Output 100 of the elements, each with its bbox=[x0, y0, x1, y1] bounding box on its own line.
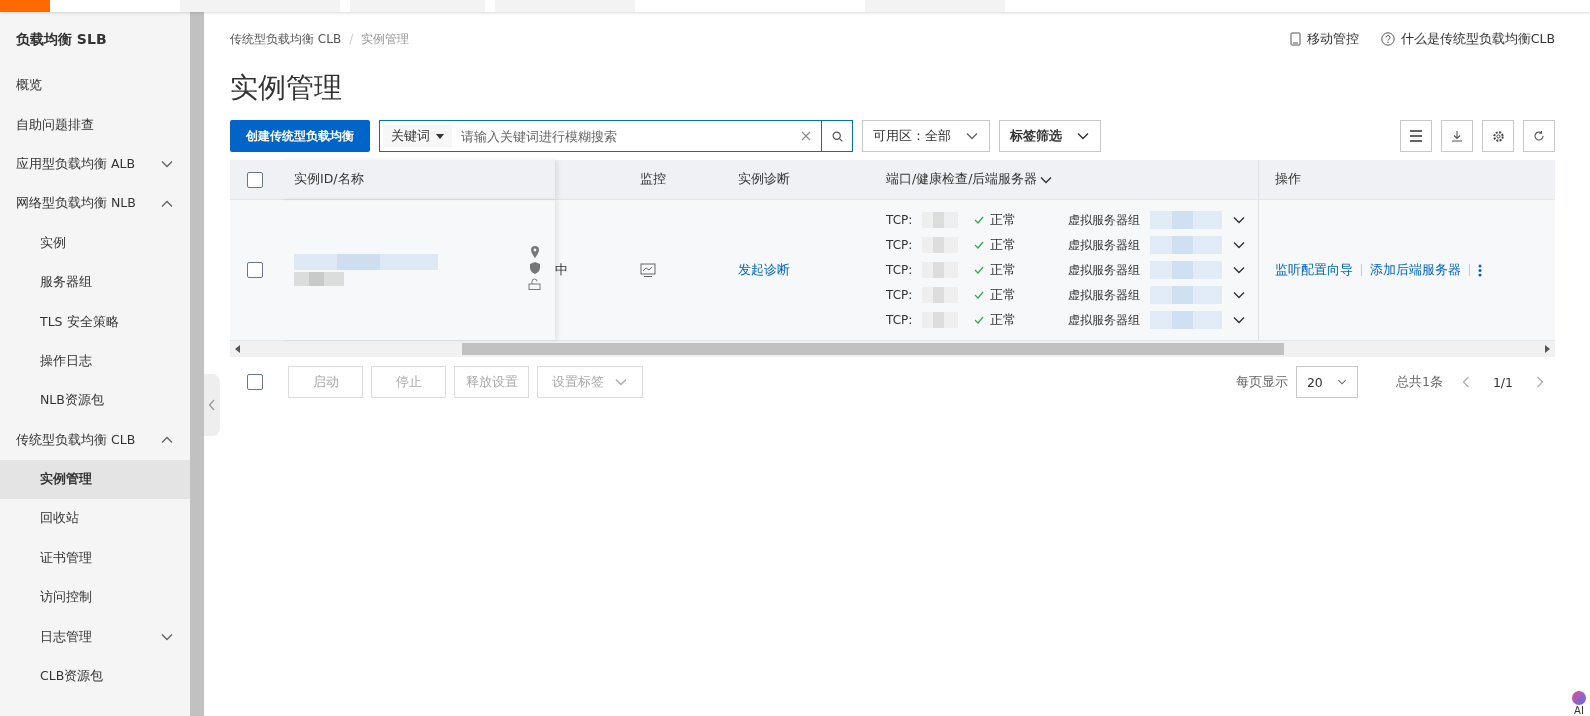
column-header: 监控 bbox=[640, 171, 666, 188]
redacted-block bbox=[1150, 236, 1222, 254]
collapse-handle[interactable] bbox=[204, 374, 220, 436]
sidebar-item[interactable]: 回收站 bbox=[0, 499, 190, 539]
page-title: 实例管理 bbox=[230, 70, 343, 106]
redacted-block bbox=[922, 312, 958, 328]
settings-icon bbox=[1491, 129, 1505, 143]
check-icon bbox=[974, 241, 984, 249]
protocol-text: TCP: bbox=[886, 238, 914, 252]
column-header: 实例ID/名称 bbox=[294, 171, 364, 188]
sidebar-item[interactable]: NLB资源包 bbox=[0, 381, 190, 421]
check-icon bbox=[974, 291, 984, 299]
lock-icon bbox=[528, 278, 541, 290]
sidebar-item[interactable]: CLB资源包 bbox=[0, 656, 190, 697]
server-group-type: 虚拟服务器组 bbox=[1068, 261, 1141, 279]
check-icon bbox=[974, 316, 984, 324]
redacted-block bbox=[1150, 261, 1222, 279]
monitor-chart-icon[interactable] bbox=[640, 262, 656, 278]
check-icon bbox=[974, 216, 984, 224]
health-status: 正常 bbox=[990, 311, 1016, 329]
redacted-block bbox=[1150, 211, 1222, 229]
protocol-text: TCP: bbox=[886, 263, 914, 277]
chevron-left-icon bbox=[1461, 376, 1470, 388]
menu-icon bbox=[1409, 130, 1423, 142]
breadcrumb-item: 实例管理 bbox=[361, 30, 410, 48]
page-indicator: 1/1 bbox=[1492, 374, 1513, 390]
top-nav-item[interactable] bbox=[180, 0, 340, 12]
sidebar-item[interactable]: 概览 bbox=[0, 66, 190, 106]
protocol-text: TCP: bbox=[886, 288, 914, 302]
help-icon bbox=[1380, 32, 1395, 46]
sidebar-item[interactable]: 日志管理 bbox=[0, 617, 190, 657]
download-icon bbox=[1451, 130, 1463, 142]
search-icon bbox=[831, 130, 843, 142]
redacted-block bbox=[922, 237, 958, 253]
column-header: 操作 bbox=[1275, 171, 1301, 188]
download-button[interactable] bbox=[1441, 120, 1473, 152]
header-link[interactable]: 什么是传统型负载均衡CLB bbox=[1380, 30, 1555, 48]
server-group-type: 虚拟服务器组 bbox=[1068, 211, 1141, 229]
sidebar-item[interactable]: 自助问题排查 bbox=[0, 105, 190, 145]
logo[interactable] bbox=[0, 0, 50, 12]
chevron-left-icon bbox=[208, 399, 216, 411]
sidebar-item[interactable]: 操作日志 bbox=[0, 341, 190, 382]
sidebar-item[interactable]: 证书管理 bbox=[0, 538, 190, 579]
scroll-right-icon bbox=[1543, 345, 1551, 353]
column-header: 实例诊断 bbox=[738, 171, 790, 188]
settings-button[interactable] bbox=[1482, 120, 1514, 152]
health-status: 正常 bbox=[990, 286, 1016, 304]
refresh-button[interactable] bbox=[1523, 120, 1555, 152]
sidebar-item[interactable]: 服务器组 bbox=[0, 262, 190, 303]
breadcrumb-item[interactable]: 传统型负载均衡 CLB bbox=[230, 30, 342, 48]
scrollbar[interactable] bbox=[190, 12, 204, 716]
phone-icon bbox=[1289, 32, 1301, 46]
location-pin-icon bbox=[529, 246, 540, 258]
page-size-label: 每页显示 bbox=[1235, 373, 1288, 391]
redacted-block bbox=[1150, 311, 1222, 329]
health-status: 正常 bbox=[990, 261, 1016, 279]
action-link[interactable]: 添加后端服务器 bbox=[1370, 261, 1461, 279]
checkbox[interactable] bbox=[247, 171, 263, 188]
sidebar-item[interactable]: TLS 安全策略 bbox=[0, 302, 190, 342]
sidebar-item[interactable]: 访问控制 bbox=[0, 578, 190, 618]
sidebar-item[interactable]: 实例管理 bbox=[0, 459, 190, 500]
server-group-type: 虚拟服务器组 bbox=[1068, 286, 1141, 304]
total-count: 总共1条 bbox=[1395, 373, 1443, 391]
server-group-type: 虚拟服务器组 bbox=[1068, 236, 1141, 254]
check-icon bbox=[974, 266, 984, 274]
status-text: 中 bbox=[555, 261, 568, 279]
redacted-block bbox=[922, 287, 958, 303]
protocol-text: TCP: bbox=[886, 313, 914, 327]
protocol-text: TCP: bbox=[886, 213, 914, 227]
action-link[interactable]: 监听配置向导 bbox=[1275, 261, 1353, 279]
sidebar-item[interactable]: 应用型负载均衡 ALB bbox=[0, 144, 190, 185]
sidebar-item[interactable]: 传统型负载均衡 CLB bbox=[0, 420, 190, 460]
more-icon[interactable] bbox=[1478, 263, 1482, 277]
scroll-left-icon bbox=[234, 345, 242, 353]
zone-filter[interactable]: 可用区：全部 bbox=[862, 120, 990, 152]
tag-filter[interactable]: 标签筛选 bbox=[999, 120, 1101, 152]
server-group-type: 虚拟服务器组 bbox=[1068, 311, 1141, 329]
breadcrumb-separator: / bbox=[349, 32, 354, 46]
diagnose-link[interactable]: 发起诊断 bbox=[738, 261, 790, 279]
search-field[interactable]: 关键词 请输入关键词进行模糊搜索 bbox=[379, 120, 853, 152]
redacted-block bbox=[294, 272, 344, 286]
refresh-icon bbox=[1533, 130, 1545, 142]
redacted-block bbox=[922, 212, 958, 228]
checkbox[interactable] bbox=[247, 262, 263, 278]
chevron-right-icon bbox=[1536, 376, 1544, 388]
checkbox[interactable] bbox=[247, 374, 263, 390]
sidebar-title: 负载均衡 SLB bbox=[15, 30, 108, 49]
page-size-select[interactable]: 20 bbox=[1295, 366, 1358, 398]
column-header[interactable]: 端口/健康检查/后端服务器 bbox=[886, 171, 1054, 188]
redacted-block bbox=[1150, 286, 1222, 304]
horizontal-scrollbar[interactable] bbox=[230, 341, 1555, 357]
sidebar-item[interactable]: 网络型负载均衡 NLB bbox=[0, 184, 190, 224]
shield-icon bbox=[529, 262, 540, 274]
header-link[interactable]: 移动管控 bbox=[1289, 30, 1359, 48]
sidebar-item[interactable]: 实例 bbox=[0, 223, 190, 263]
create-button[interactable]: 创建传统型负载均衡 bbox=[230, 120, 370, 152]
columns-button[interactable] bbox=[1400, 120, 1432, 152]
search-type-dropdown[interactable]: 关键词 bbox=[383, 124, 452, 148]
redacted-block bbox=[922, 262, 958, 278]
health-status: 正常 bbox=[990, 236, 1016, 254]
